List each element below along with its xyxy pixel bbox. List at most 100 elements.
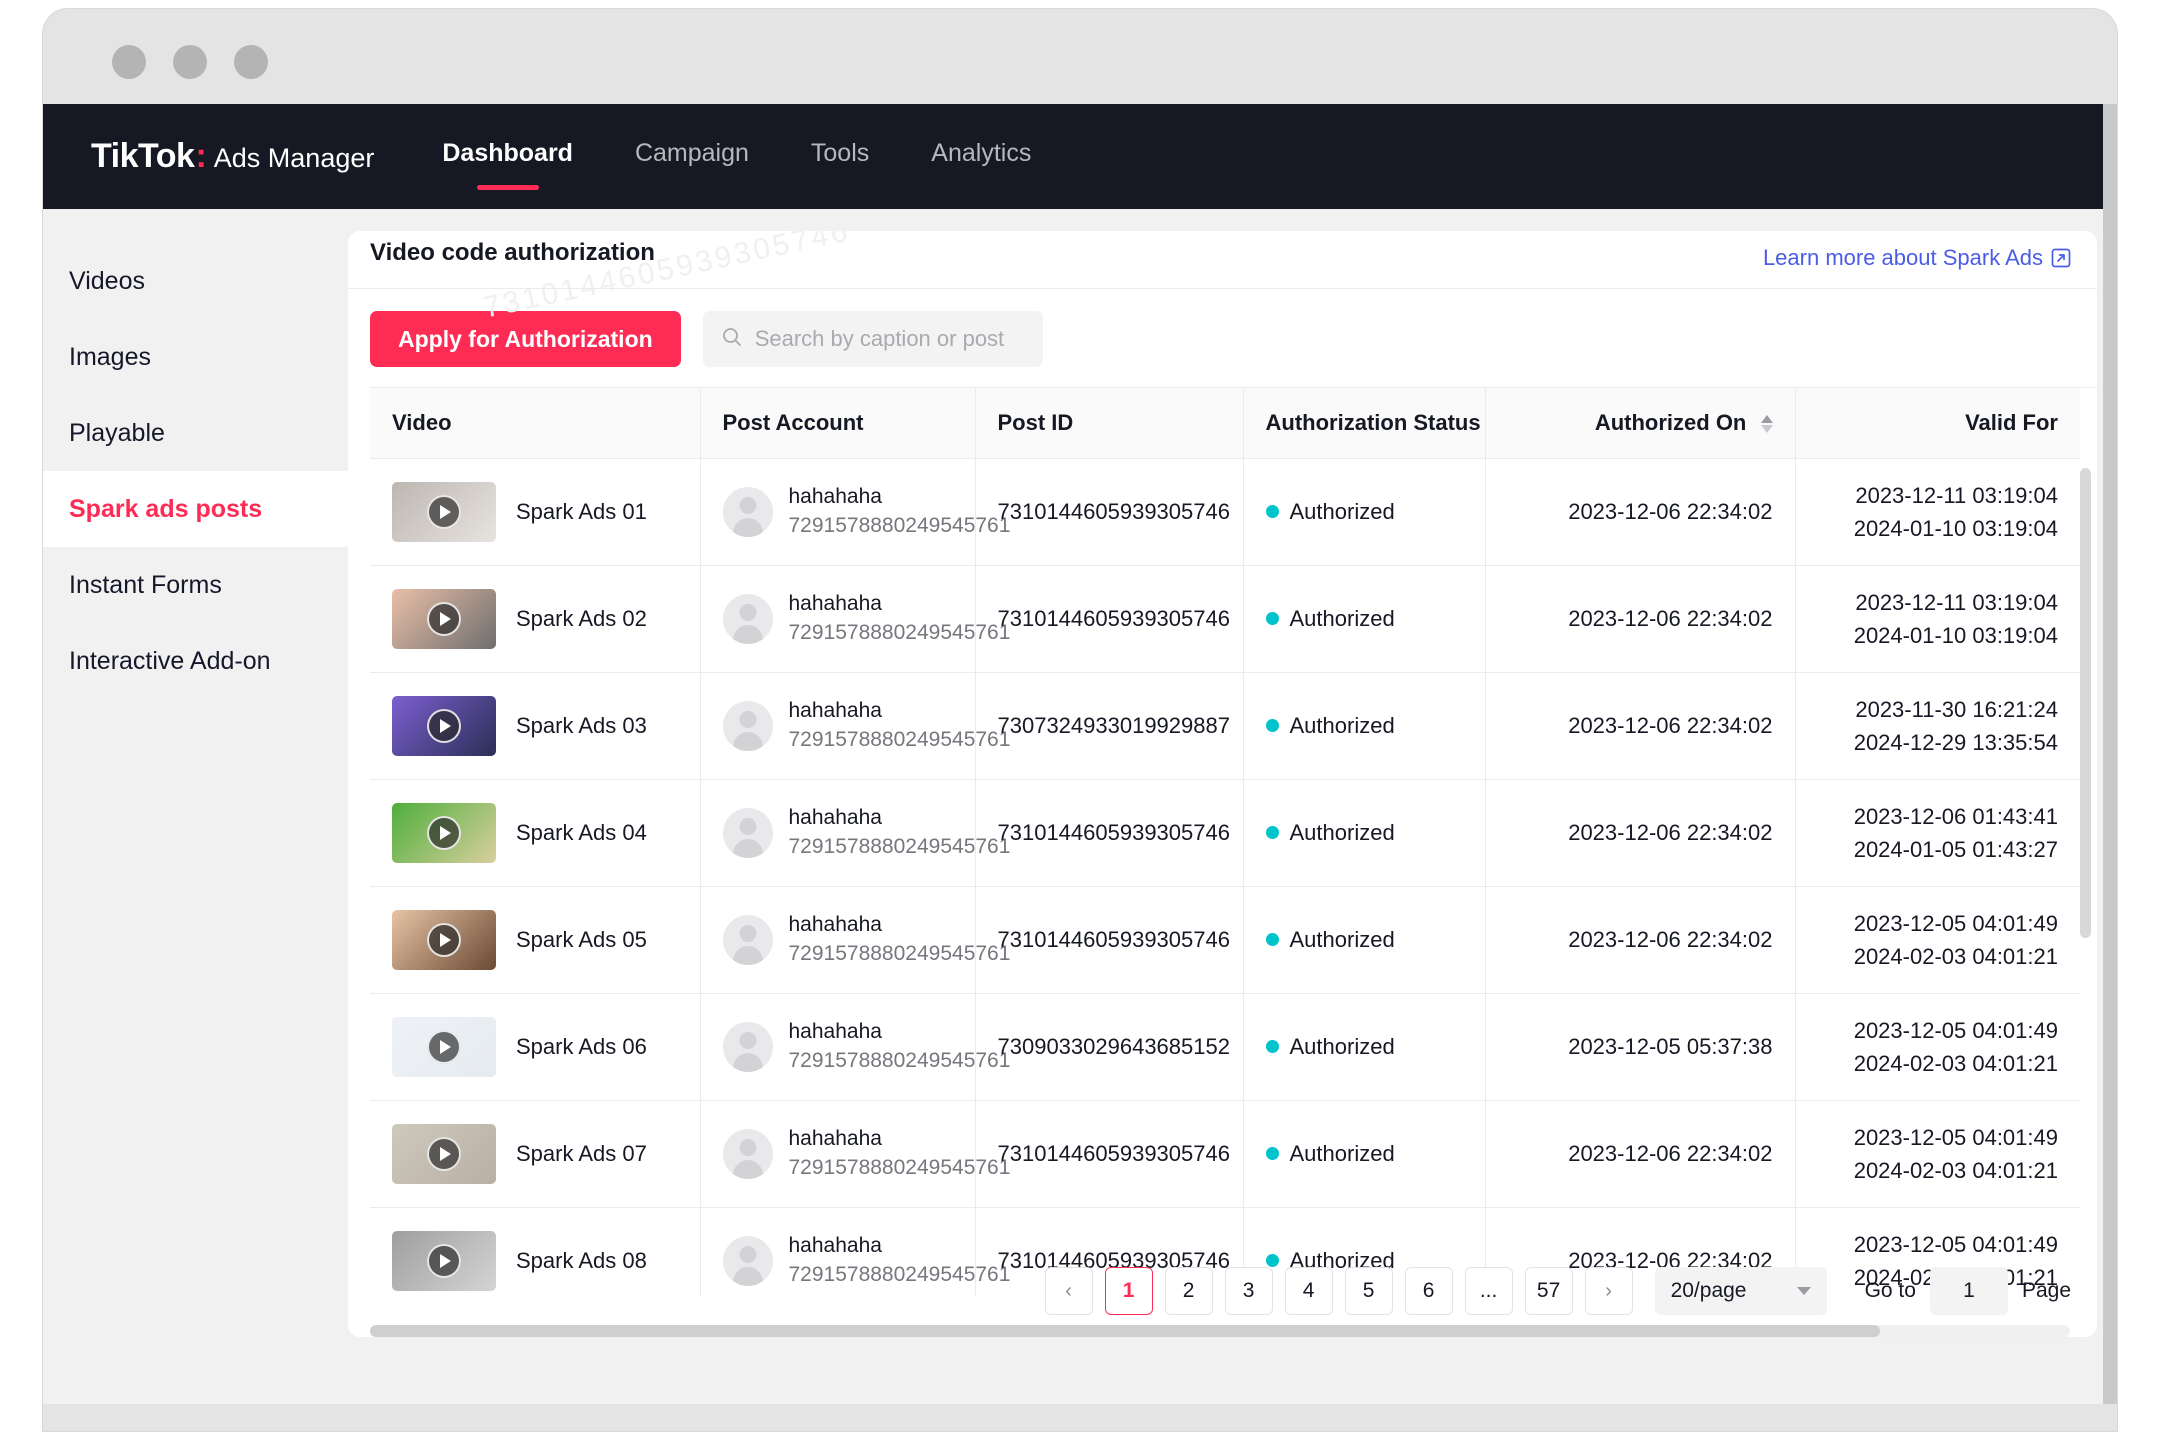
brand-logo-group[interactable]: TikTok : Ads Manager	[91, 137, 374, 176]
play-icon[interactable]	[427, 1243, 461, 1278]
sort-arrows-icon[interactable]	[1760, 414, 1773, 433]
pagination-page-3[interactable]: 3	[1224, 1267, 1273, 1315]
table-row[interactable]: Spark Ads 02 hahahaha 729157888024954576…	[370, 565, 2080, 673]
nav-item-campaign[interactable]: Campaign	[635, 139, 749, 174]
cell-video: Spark Ads 06	[370, 993, 701, 1101]
status-label: Authorized	[1289, 819, 1395, 845]
cell-valid-for: 2023-12-05 04:01:49 2024-02-03 04:01:21	[1795, 886, 2080, 994]
sidebar-item-instant-forms[interactable]: Instant Forms	[43, 547, 348, 623]
pagination-prev-button[interactable]: ‹	[1044, 1267, 1093, 1315]
video-thumbnail[interactable]	[392, 1016, 496, 1077]
play-icon[interactable]	[427, 1136, 461, 1171]
table-vertical-scrollbar[interactable]	[2080, 468, 2091, 938]
play-icon[interactable]	[427, 1029, 461, 1064]
table-row[interactable]: Spark Ads 01 hahahaha 729157888024954576…	[370, 458, 2080, 566]
sidebar-item-images[interactable]: Images	[43, 319, 348, 395]
sidebar-item-interactive-addon[interactable]: Interactive Add-on	[43, 623, 348, 699]
status-label: Authorized	[1289, 1140, 1395, 1166]
goto-page-input[interactable]	[1929, 1267, 2008, 1315]
account-id: 7291578880249545761	[788, 1262, 1011, 1286]
sidebar: Videos Images Playable Spark ads posts I…	[43, 209, 348, 1404]
search-input[interactable]	[754, 326, 1005, 352]
table-horizontal-scrollbar-thumb[interactable]	[370, 1325, 1880, 1337]
apply-for-authorization-button[interactable]: Apply for Authorization	[370, 311, 681, 367]
video-thumbnail[interactable]	[392, 1123, 496, 1184]
nav-item-dashboard[interactable]: Dashboard	[442, 139, 573, 174]
pagination-next-button[interactable]: ›	[1584, 1267, 1633, 1315]
learn-more-link[interactable]: Learn more about Spark Ads	[1763, 245, 2071, 271]
tab-video-code-authorization[interactable]: Video code authorization	[370, 239, 655, 281]
pagination-page-5[interactable]: 5	[1344, 1267, 1393, 1315]
table-row[interactable]: Spark Ads 06 hahahaha 729157888024954576…	[370, 993, 2080, 1101]
window-close-button[interactable]	[112, 45, 146, 79]
pagination-page-4[interactable]: 4	[1284, 1267, 1333, 1315]
cell-video: Spark Ads 04	[370, 779, 701, 887]
status-dot-icon	[1265, 719, 1279, 732]
search-box[interactable]	[702, 311, 1043, 367]
cell-valid-for: 2023-12-05 04:01:49 2024-02-03 04:01:21	[1795, 1100, 2080, 1208]
video-thumbnail[interactable]	[392, 1230, 496, 1291]
spark-ads-table: Video Post Account Post ID Authorization…	[370, 388, 2080, 1297]
content-area: 7310144605939305746 Video code authoriza…	[348, 209, 2117, 1404]
video-thumbnail[interactable]	[392, 588, 496, 649]
cell-video: Spark Ads 01	[370, 458, 701, 566]
valid-from: 2023-12-05 04:01:49	[1853, 910, 2058, 936]
learn-more-label: Learn more about Spark Ads	[1762, 245, 2043, 270]
status-dot-icon	[1265, 612, 1279, 625]
page-size-select[interactable]: 20/page	[1654, 1267, 1827, 1315]
cell-authorized-on: 2023-12-06 22:34:02	[1485, 565, 1796, 673]
video-thumbnail[interactable]	[392, 802, 496, 863]
sidebar-item-playable[interactable]: Playable	[43, 395, 348, 471]
column-header-authorized-on-label: Authorized On	[1594, 409, 1747, 435]
browser-window: TikTok : Ads Manager Dashboard Campaign …	[42, 8, 2118, 1432]
column-header-post-id[interactable]: Post ID	[975, 388, 1244, 459]
cell-authorization-status: Authorized	[1243, 1100, 1486, 1208]
column-header-authorized-on[interactable]: Authorized On	[1485, 388, 1796, 459]
table-row[interactable]: Spark Ads 03 hahahaha 729157888024954576…	[370, 672, 2080, 780]
play-icon[interactable]	[427, 815, 461, 850]
pagination-page-last[interactable]: 57	[1524, 1267, 1573, 1315]
search-icon	[721, 326, 755, 353]
nav-item-tools[interactable]: Tools	[811, 139, 869, 174]
sidebar-item-videos[interactable]: Videos	[43, 243, 348, 319]
video-thumbnail[interactable]	[392, 481, 496, 542]
table-body: Spark Ads 01 hahahaha 729157888024954576…	[370, 458, 2080, 1297]
cell-post-id: 7310144605939305746	[975, 1100, 1244, 1208]
play-icon[interactable]	[427, 601, 461, 636]
column-header-video[interactable]: Video	[370, 388, 701, 459]
account-name: hahahaha	[788, 806, 882, 830]
table-row[interactable]: Spark Ads 07 hahahaha 729157888024954576…	[370, 1100, 2080, 1208]
cell-post-id: 7309033029643685152	[975, 993, 1244, 1101]
nav-item-analytics[interactable]: Analytics	[931, 139, 1031, 174]
chevron-down-icon	[1796, 1287, 1811, 1295]
window-maximize-button[interactable]	[234, 45, 268, 79]
valid-to: 2024-02-03 04:01:21	[1853, 1050, 2058, 1076]
avatar	[722, 593, 773, 644]
video-name-label: Spark Ads 02	[516, 605, 647, 631]
account-id: 7291578880249545761	[788, 1155, 1011, 1179]
column-header-valid-for[interactable]: Valid For	[1795, 388, 2080, 459]
table-row[interactable]: Spark Ads 04 hahahaha 729157888024954576…	[370, 779, 2080, 887]
window-minimize-button[interactable]	[173, 45, 207, 79]
column-header-post-account[interactable]: Post Account	[700, 388, 976, 459]
pagination-page-2[interactable]: 2	[1164, 1267, 1213, 1315]
status-label: Authorized	[1289, 498, 1395, 524]
table-row[interactable]: Spark Ads 05 hahahaha 729157888024954576…	[370, 886, 2080, 994]
video-thumbnail[interactable]	[392, 695, 496, 756]
play-icon[interactable]	[427, 708, 461, 743]
table-horizontal-scrollbar-track[interactable]	[370, 1325, 2070, 1337]
column-header-authorization-status[interactable]: Authorization Status	[1243, 388, 1486, 459]
cell-valid-for: 2023-12-05 04:01:49 2024-02-03 04:01:21	[1795, 993, 2080, 1101]
cell-video: Spark Ads 08	[370, 1207, 701, 1297]
cell-post-account: hahahaha 7291578880249545761	[700, 1207, 1010, 1297]
video-thumbnail[interactable]	[392, 909, 496, 970]
play-icon[interactable]	[427, 494, 461, 529]
play-icon[interactable]	[427, 922, 461, 957]
sidebar-item-spark-ads-posts[interactable]: Spark ads posts	[43, 471, 348, 547]
cell-authorization-status: Authorized	[1243, 672, 1486, 780]
pagination-ellipsis[interactable]: ...	[1464, 1267, 1513, 1315]
valid-from: 2023-12-06 01:43:41	[1853, 803, 2058, 829]
status-dot-icon	[1265, 826, 1279, 839]
pagination-page-6[interactable]: 6	[1404, 1267, 1453, 1315]
pagination-page-1[interactable]: 1	[1104, 1267, 1153, 1315]
